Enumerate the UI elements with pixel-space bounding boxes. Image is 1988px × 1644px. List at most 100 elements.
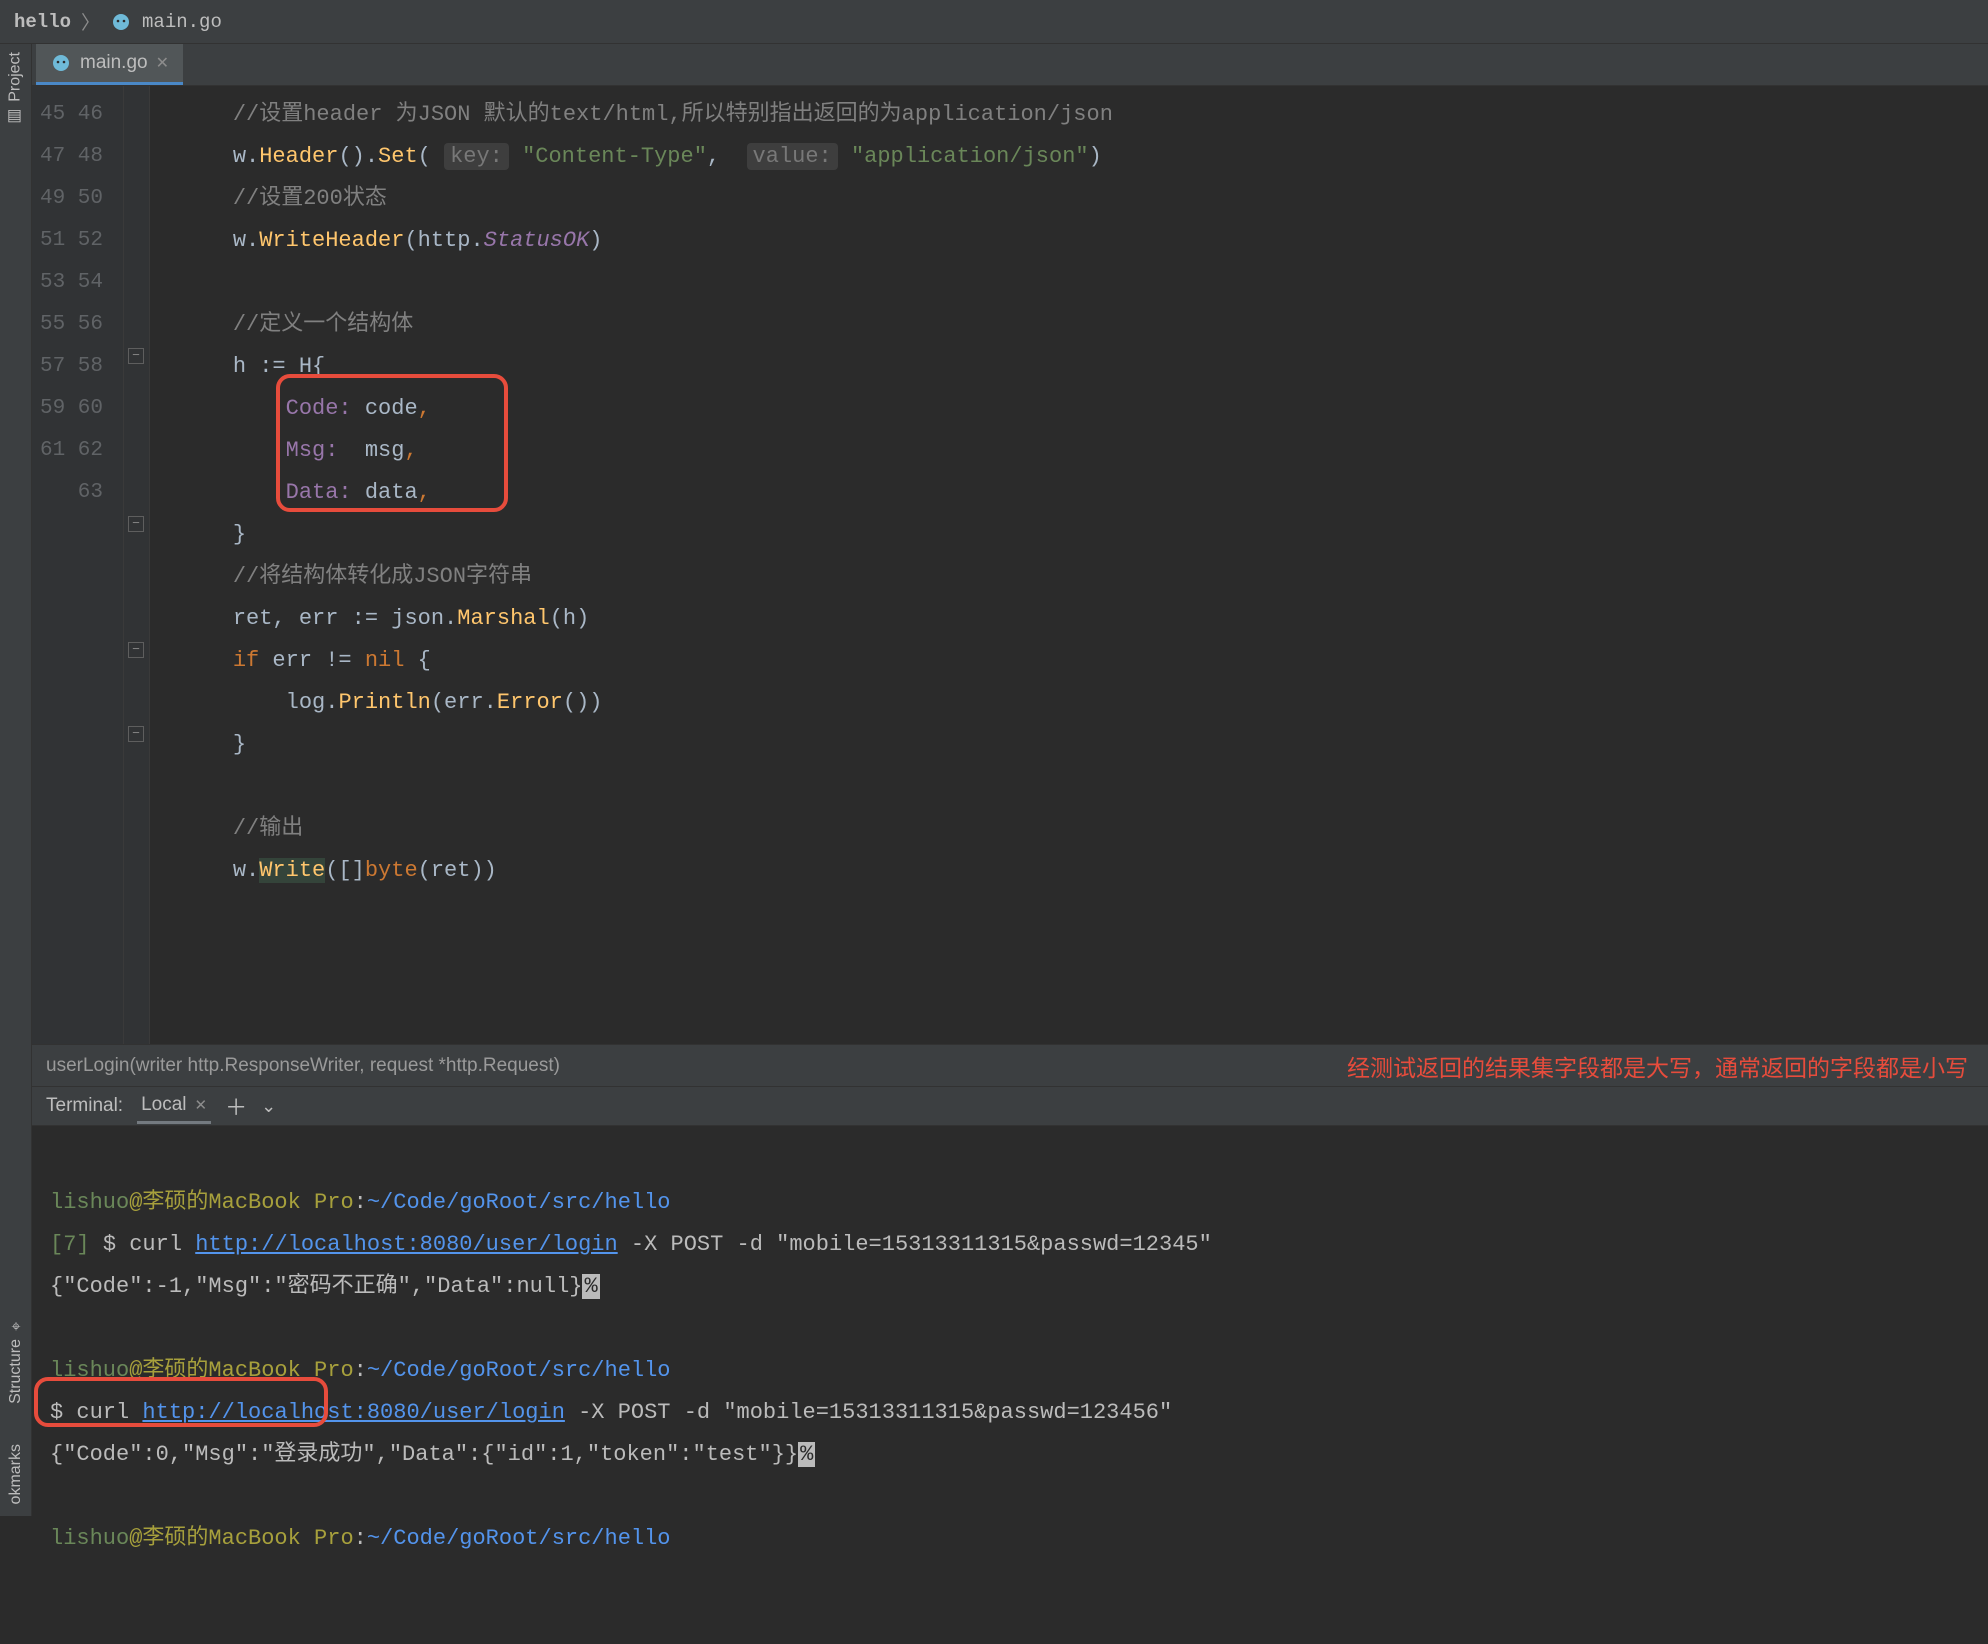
code-text: } bbox=[233, 732, 246, 757]
code-comment: //将结构体转化成JSON字符串 bbox=[233, 564, 532, 589]
folder-icon: ▤ bbox=[6, 108, 25, 127]
tab-label: main.go bbox=[80, 52, 148, 74]
param-hint: value: bbox=[747, 143, 838, 170]
terminal-tab-local[interactable]: Local ✕ bbox=[137, 1088, 211, 1124]
code-keyword: nil bbox=[365, 648, 405, 673]
code-text: ) bbox=[1089, 144, 1102, 169]
code-text: ret bbox=[233, 606, 273, 631]
go-file-icon bbox=[50, 52, 72, 74]
term-user: lishuo bbox=[50, 1190, 129, 1215]
code-prop: Data: bbox=[286, 480, 352, 505]
term-job: [7] bbox=[50, 1232, 90, 1257]
close-icon[interactable]: ✕ bbox=[195, 1096, 208, 1114]
code-text: , err := json. bbox=[272, 606, 457, 631]
context-text: userLogin(writer http.ResponseWriter, re… bbox=[46, 1055, 560, 1077]
term-pct: % bbox=[798, 1442, 815, 1467]
term-output-line: {"Code":0,"Msg":"登录成功","Data":{"id":1,"t… bbox=[50, 1442, 798, 1467]
code-func: Marshal bbox=[457, 606, 549, 631]
code-text: err != bbox=[272, 648, 364, 673]
code-text: ( bbox=[418, 144, 431, 169]
code-text: , bbox=[404, 438, 417, 463]
terminal-output[interactable]: lishuo@李硕的MacBook Pro:~/Code/goRoot/src/… bbox=[32, 1126, 1988, 1516]
code-text: , bbox=[418, 480, 431, 505]
term-host: @李硕的MacBook Pro bbox=[129, 1190, 353, 1215]
term-cmd: curl bbox=[129, 1232, 195, 1257]
code-text: ) bbox=[589, 228, 602, 253]
code-text: (h) bbox=[550, 606, 590, 631]
term-sep: : bbox=[354, 1358, 367, 1383]
term-url[interactable]: http://localhost:8080/user/login bbox=[195, 1232, 617, 1257]
code-text: w. bbox=[233, 858, 259, 883]
code-text: msg bbox=[338, 438, 404, 463]
code-text: , bbox=[707, 144, 747, 169]
code-text: , bbox=[418, 396, 431, 421]
code-text: (http. bbox=[404, 228, 483, 253]
chevron-down-icon[interactable]: ⌄ bbox=[261, 1096, 276, 1117]
code-text: data bbox=[352, 480, 418, 505]
editor-tabs: main.go ✕ bbox=[32, 44, 1988, 86]
go-file-icon bbox=[110, 11, 132, 33]
term-cmd: -X POST -d "mobile=15313311315&passwd=12… bbox=[565, 1400, 1172, 1425]
code-prop: Code: bbox=[286, 396, 352, 421]
code-func: WriteHeader bbox=[259, 228, 404, 253]
term-url[interactable]: http://localhost:8080/user/login bbox=[142, 1400, 564, 1425]
structure-tool-label: Structure bbox=[7, 1339, 25, 1404]
close-icon[interactable]: ✕ bbox=[156, 53, 169, 73]
left-tool-rail: ▤ Project Structure ⌖ okmarks bbox=[0, 44, 32, 1516]
code-text: (err. bbox=[431, 690, 497, 715]
code-string: "application/json" bbox=[851, 144, 1089, 169]
code-keyword: byte bbox=[365, 858, 418, 883]
code-comment: //设置header 为JSON 默认的text/html,所以特别指出返回的为… bbox=[233, 102, 1113, 127]
code-content[interactable]: //设置header 为JSON 默认的text/html,所以特别指出返回的为… bbox=[150, 86, 1988, 1044]
code-text: ()) bbox=[563, 690, 603, 715]
tab-main-go[interactable]: main.go ✕ bbox=[36, 44, 183, 85]
term-cmd: curl bbox=[76, 1400, 142, 1425]
term-prompt: $ bbox=[50, 1400, 76, 1425]
fold-marker-icon[interactable]: − bbox=[128, 348, 144, 364]
fold-marker-icon[interactable]: − bbox=[128, 642, 144, 658]
code-func: Write bbox=[259, 858, 325, 883]
code-const: StatusOK bbox=[484, 228, 590, 253]
fold-gutter: − − − − bbox=[124, 86, 150, 1044]
bookmarks-tool-button[interactable]: okmarks bbox=[7, 1444, 25, 1504]
code-text: code bbox=[352, 396, 418, 421]
breadcrumb-file[interactable]: main.go bbox=[142, 11, 222, 33]
breadcrumb: hello 〉 main.go bbox=[0, 0, 1988, 44]
code-text: { bbox=[404, 648, 430, 673]
code-text: (). bbox=[338, 144, 378, 169]
code-string: "Content-Type" bbox=[522, 144, 707, 169]
code-text: w. bbox=[233, 144, 259, 169]
param-hint: key: bbox=[444, 143, 509, 170]
code-prop: Msg: bbox=[286, 438, 339, 463]
breadcrumb-root[interactable]: hello bbox=[14, 11, 71, 33]
term-pct: % bbox=[582, 1274, 599, 1299]
code-text: } bbox=[233, 522, 246, 547]
fold-marker-icon[interactable]: − bbox=[128, 726, 144, 742]
chevron-right-icon: 〉 bbox=[81, 8, 100, 35]
term-path: ~/Code/goRoot/src/hello bbox=[367, 1358, 671, 1383]
term-sep: : bbox=[354, 1526, 367, 1551]
term-path: ~/Code/goRoot/src/hello bbox=[367, 1190, 671, 1215]
code-text: (ret)) bbox=[418, 858, 497, 883]
term-host: @李硕的MacBook Pro bbox=[129, 1358, 353, 1383]
code-comment: //定义一个结构体 bbox=[233, 312, 413, 337]
term-host: @李硕的MacBook Pro bbox=[129, 1526, 353, 1551]
code-func: Println bbox=[338, 690, 430, 715]
add-terminal-button[interactable]: ＋ bbox=[225, 1090, 247, 1122]
fold-marker-icon[interactable]: − bbox=[128, 516, 144, 532]
code-func: Set bbox=[378, 144, 418, 169]
code-text: h := H{ bbox=[233, 354, 325, 379]
code-text: ([] bbox=[325, 858, 365, 883]
terminal-toolbar: Terminal: Local ✕ ＋ ⌄ bbox=[32, 1086, 1988, 1126]
code-keyword: if bbox=[233, 648, 273, 673]
code-comment: //设置200状态 bbox=[233, 186, 387, 211]
code-func: Header bbox=[259, 144, 338, 169]
term-output-line: {"Code":-1,"Msg":"密码不正确","Data":null} bbox=[50, 1274, 582, 1299]
annotation-overlay: 经测试返回的结果集字段都是大写，通常返回的字段都是小写 bbox=[1347, 1049, 1968, 1083]
structure-tool-button[interactable]: Structure ⌖ bbox=[7, 1317, 25, 1404]
term-prompt: $ bbox=[103, 1232, 129, 1257]
project-tool-button[interactable]: ▤ Project bbox=[6, 52, 25, 127]
code-editor[interactable]: 45 46 47 48 49 50 51 52 53 54 55 56 57 5… bbox=[32, 86, 1988, 1044]
code-func: Error bbox=[497, 690, 563, 715]
term-user: lishuo bbox=[50, 1358, 129, 1383]
